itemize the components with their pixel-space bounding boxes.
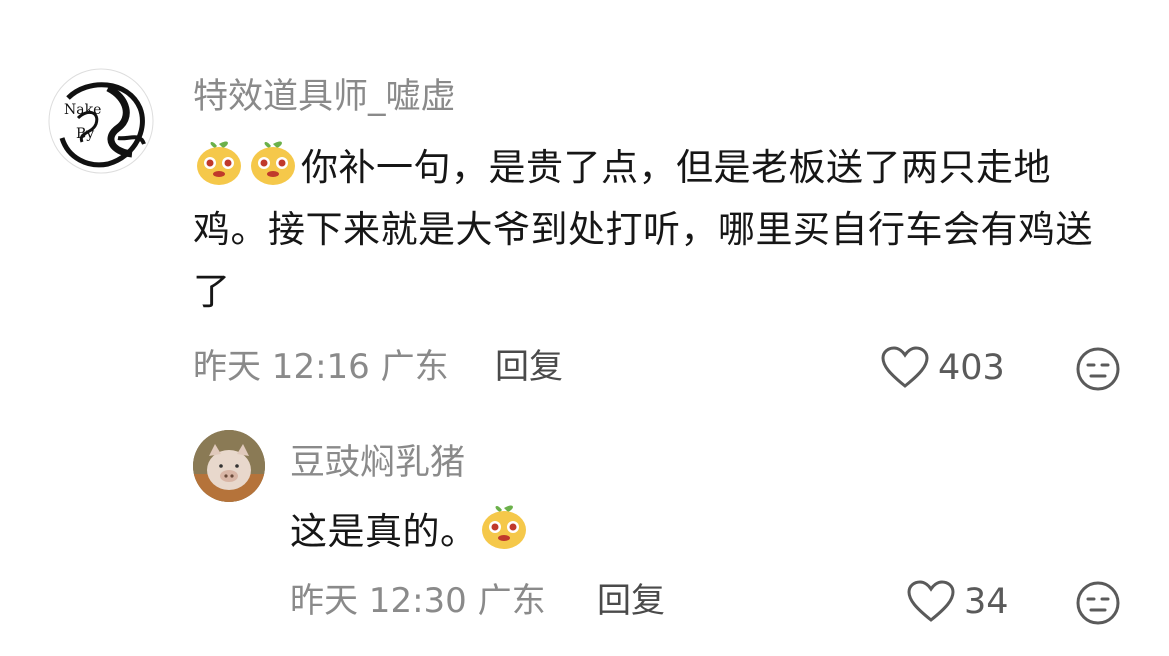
comment-text: 这是真的。 [290,500,1090,563]
avatar[interactable]: Nake By [48,68,154,174]
svg-text:Nake: Nake [64,102,101,118]
timestamp: 昨天 12:30 [290,581,467,621]
avatar[interactable] [193,430,265,502]
dislike-button[interactable] [1075,580,1121,626]
comment-item: Nake By 特效道具师_嘘虚 你补一句，是贵了点，但是老板送了两只走地鸡。接… [0,0,1169,420]
location: 广东 [477,581,546,621]
emoji-sticker-icon [193,136,245,188]
svg-text:By: By [76,126,94,142]
heart-icon [881,346,929,388]
heart-icon [907,580,955,622]
emoji-sticker-icon [478,500,530,552]
comment-time: 昨天 12:30 广东 [290,584,546,618]
comment-text-content: 你补一句，是贵了点，但是老板送了两只走地鸡。接下来就是大爷到处打听，哪里买自行车… [193,146,1093,313]
pig-photo-icon [193,430,265,502]
like-button[interactable]: 403 [880,346,1005,390]
comment-text: 你补一句，是贵了点，但是老板送了两只走地鸡。接下来就是大爷到处打听，哪里买自行车… [193,136,1113,323]
username[interactable]: 豆豉焖乳猪 [290,446,465,481]
timestamp: 昨天 12:16 [193,347,370,387]
like-count: 34 [964,581,1009,622]
like-button[interactable]: 34 [906,580,1009,624]
reply-button[interactable]: 回复 [495,350,563,384]
dislike-button[interactable] [1075,346,1121,392]
location: 广东 [380,347,449,387]
comment-text-content: 这是真的。 [290,510,478,553]
calligraphy-logo-icon: Nake By [48,68,154,174]
unamused-face-icon [1076,347,1120,391]
emoji-sticker-icon [247,136,299,188]
unamused-face-icon [1076,581,1120,625]
reply-button[interactable]: 回复 [597,584,665,618]
username[interactable]: 特效道具师_嘘虚 [193,80,456,115]
comment-time: 昨天 12:16 广东 [193,350,449,384]
like-count: 403 [938,347,1005,388]
reply-comment-item: 豆豉焖乳猪 这是真的。 昨天 12:30 广东 回复 34 [0,420,1169,656]
